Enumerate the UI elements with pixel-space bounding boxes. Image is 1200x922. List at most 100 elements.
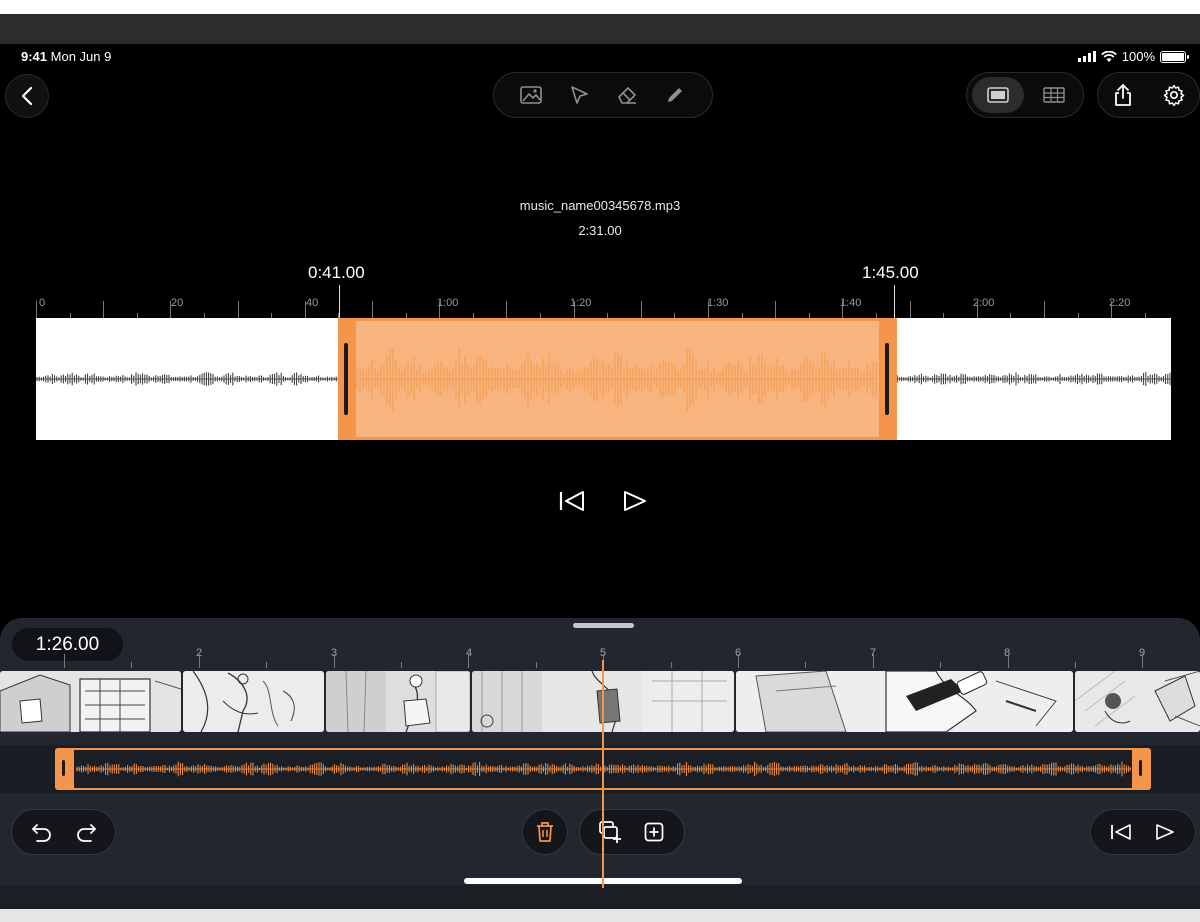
undo-redo-group [11, 809, 116, 855]
ruler-tick [372, 301, 373, 318]
ruler-tick [1142, 654, 1144, 668]
ruler-tick [401, 662, 402, 668]
ruler-tick [506, 301, 508, 318]
ruler-tick [708, 301, 709, 318]
trash-icon [537, 822, 553, 842]
ruler-tick [909, 301, 911, 318]
back-button[interactable] [5, 74, 49, 118]
ruler-tick [468, 654, 470, 668]
skip-to-start-icon [1111, 824, 1131, 840]
ruler-tick [1007, 654, 1009, 668]
ruler-tick [775, 301, 777, 318]
status-bar: 9:41 Mon Jun 9 100% [0, 49, 1200, 69]
selection-end-time: 1:45.00 [862, 263, 919, 282]
ruler-tick [103, 301, 105, 318]
current-timecode: 1:26.00 [12, 628, 123, 661]
status-time: 9:41 Mon Jun 9 [21, 49, 112, 64]
ruler-tick [1111, 301, 1113, 318]
ruler-tick [738, 654, 739, 668]
play-button[interactable] [622, 489, 648, 518]
clip-end-handle[interactable] [1132, 748, 1151, 790]
chevron-left-icon [21, 86, 33, 106]
ruler-label: 0 [39, 297, 46, 309]
share-button[interactable] [1101, 75, 1145, 115]
ruler-tick [573, 301, 575, 318]
playhead[interactable] [602, 660, 604, 888]
image-tool-button[interactable] [507, 75, 555, 115]
action-buttons [1097, 72, 1200, 118]
ruler-label: 2:20 [1109, 297, 1131, 309]
audio-file-name: music_name00345678.mp3 [519, 198, 681, 213]
undo-icon [31, 824, 51, 842]
battery-percent: 100% [1121, 49, 1155, 64]
storyboard-strip [0, 671, 1200, 732]
add-frame-button[interactable] [632, 812, 676, 852]
clip-start-handle[interactable] [55, 748, 74, 790]
ruler-tick [1075, 662, 1076, 668]
ruler-tick [131, 662, 133, 668]
frame-actions-group [579, 809, 685, 855]
pencil-tool-button[interactable] [651, 75, 699, 115]
selection-start-handle[interactable] [338, 321, 356, 437]
battery-icon [1160, 50, 1189, 63]
timeline-play-button[interactable] [1143, 812, 1187, 852]
bottom-band [0, 885, 1200, 909]
waveform-selection [356, 346, 878, 412]
ruler-tick [170, 301, 172, 318]
ruler-tick [940, 662, 942, 668]
ruler-tick [805, 662, 807, 668]
redo-button[interactable] [64, 812, 108, 852]
ruler-tick [640, 301, 642, 318]
status-right: 100% [1077, 49, 1189, 64]
ruler-tick [872, 654, 874, 668]
grid-view-button[interactable] [1030, 77, 1078, 113]
storyboard-frame[interactable] [183, 671, 324, 732]
settings-button[interactable] [1152, 75, 1196, 115]
ruler-tick [36, 301, 37, 318]
undo-button[interactable] [20, 812, 64, 852]
eraser-tool-button[interactable] [603, 75, 651, 115]
top-margin [0, 0, 1200, 14]
ruler-tick [64, 654, 65, 668]
ruler-tick [237, 301, 239, 318]
view-mode-toggle [966, 72, 1084, 118]
wifi-icon [1100, 50, 1117, 62]
selection-start-time: 0:41.00 [308, 263, 365, 282]
skip-to-start-icon [559, 491, 584, 511]
single-view-button[interactable] [972, 77, 1024, 113]
single-frame-icon [987, 87, 1009, 103]
duplicate-frame-button[interactable] [588, 812, 632, 852]
delete-button[interactable] [522, 809, 568, 855]
ruler-tick [842, 301, 844, 318]
add-frame-icon [644, 822, 664, 842]
signal-icon [1077, 51, 1096, 62]
top-band [0, 14, 1200, 44]
selection-end-handle[interactable] [879, 321, 897, 437]
ruler-label: 1:00 [437, 297, 459, 309]
pencil-icon [668, 88, 682, 102]
ruler-tick [976, 301, 978, 318]
storyboard-frame[interactable] [326, 671, 470, 732]
ruler-tick [535, 662, 537, 668]
ruler-tick [670, 662, 672, 668]
audio-duration: 2:31.00 [578, 223, 622, 238]
rewind-button[interactable] [558, 489, 586, 518]
storyboard-frame[interactable] [736, 671, 1073, 732]
redo-icon [76, 824, 96, 842]
ruler-label: 20 [171, 297, 184, 309]
ruler-tick [266, 662, 268, 668]
ruler-label: 1:30 [707, 297, 729, 309]
grid-icon [1043, 87, 1065, 103]
ruler-tick [1044, 301, 1045, 318]
timeline-rewind-button[interactable] [1099, 812, 1143, 852]
image-icon [520, 86, 542, 104]
storyboard-frame[interactable] [1075, 671, 1200, 732]
eraser-icon [618, 87, 636, 104]
share-icon [1115, 84, 1132, 106]
selection-end-line [894, 285, 895, 318]
timeline-playback-group [1090, 809, 1196, 855]
pointer-icon [571, 86, 588, 104]
storyboard-frame[interactable] [0, 671, 181, 732]
select-tool-button[interactable] [555, 75, 603, 115]
panel-grabber[interactable] [573, 623, 634, 628]
